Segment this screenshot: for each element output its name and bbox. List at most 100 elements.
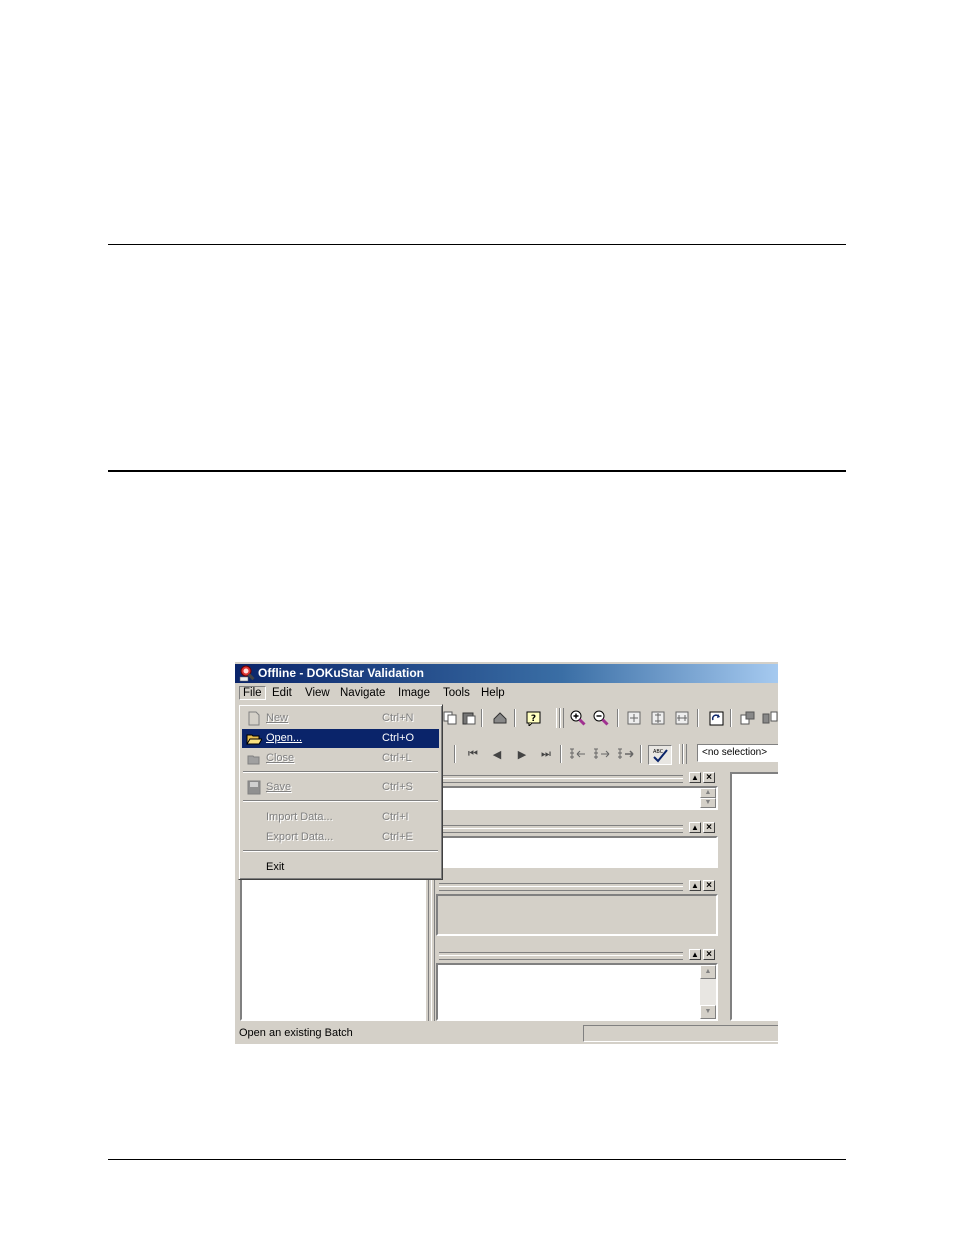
menu-item-new[interactable]: New Ctrl+N: [242, 709, 439, 728]
file-menu-dropdown: New Ctrl+N Open... Ctrl+O Close Ctrl+L S…: [238, 704, 443, 880]
fit-page-icon[interactable]: [625, 709, 643, 727]
panel-header: ▲ ×: [439, 822, 719, 834]
paste-icon[interactable]: [460, 709, 478, 727]
panel-maximize-button[interactable]: ▲: [689, 772, 701, 783]
menu-help[interactable]: Help: [477, 687, 509, 699]
zoom-in-icon[interactable]: [569, 709, 587, 727]
panel-grip[interactable]: [439, 952, 683, 960]
menu-file[interactable]: File: [239, 686, 266, 700]
new-document-icon: [248, 711, 260, 726]
panel-field[interactable]: ▲ ▼: [436, 786, 718, 810]
menu-item-export-data[interactable]: Export Data... Ctrl+E: [242, 828, 439, 847]
menu-item-shortcut: Ctrl+E: [382, 831, 413, 843]
close-folder-icon: [247, 755, 260, 765]
panel-close-button[interactable]: ×: [703, 772, 715, 783]
panel-grip[interactable]: [439, 825, 683, 833]
last-record-icon[interactable]: ⏭: [537, 745, 555, 763]
svg-text:?: ?: [530, 714, 535, 724]
menu-item-shortcut: Ctrl+I: [382, 811, 409, 823]
fit-height-icon[interactable]: [649, 709, 667, 727]
previous-field-icon[interactable]: [568, 745, 586, 763]
menu-item-close[interactable]: Close Ctrl+L: [242, 749, 439, 768]
panel-maximize-button[interactable]: ▲: [689, 880, 701, 891]
open-folder-icon: [246, 734, 262, 745]
cascade-icon[interactable]: [739, 709, 757, 727]
image-view-pane[interactable]: [730, 772, 778, 1021]
copy-icon[interactable]: [441, 709, 459, 727]
panel-grip[interactable]: [439, 775, 683, 783]
rotate-icon[interactable]: [707, 709, 725, 727]
panel-header: ▲ ×: [439, 949, 719, 961]
menu-item-label: Close: [266, 752, 295, 764]
toolbar-separator: [514, 709, 516, 727]
panel-header: ▲ ×: [439, 880, 719, 892]
tile-icon[interactable]: [761, 709, 778, 727]
panel-close-button[interactable]: ×: [703, 880, 715, 891]
toolbar-separator: [697, 709, 699, 727]
menu-item-label: Open...: [266, 732, 303, 744]
panel-field[interactable]: ▲ ▼: [436, 963, 718, 1021]
menu-edit[interactable]: Edit: [268, 687, 296, 699]
menu-item-label: Save: [266, 781, 292, 793]
menu-item-label: New: [266, 712, 289, 724]
scan-icon[interactable]: [491, 709, 509, 727]
menu-item-import-data[interactable]: Import Data... Ctrl+I: [242, 808, 439, 827]
scroll-up-button[interactable]: ▲: [700, 965, 716, 979]
toolbar-grip[interactable]: [560, 708, 564, 728]
next-error-icon[interactable]: [616, 745, 634, 763]
horizontal-rule-bottom: [108, 1159, 846, 1160]
application-window-screenshot: Offline - DOKuStar Validation File Edit …: [234, 661, 778, 1044]
panel-header: ▲ ×: [439, 772, 719, 784]
next-field-icon[interactable]: [592, 745, 610, 763]
selection-dropdown[interactable]: <no selection>: [697, 744, 778, 762]
menu-item-shortcut: Ctrl+O: [382, 732, 415, 744]
menu-image[interactable]: Image: [394, 687, 434, 699]
panel-field[interactable]: [436, 836, 718, 868]
spellcheck-icon[interactable]: ABC: [648, 745, 672, 765]
status-text: Open an existing Batch: [239, 1027, 353, 1039]
save-disk-icon: [247, 780, 261, 795]
toolbar-separator: [481, 709, 483, 727]
magnifier-app-icon: [239, 665, 255, 682]
next-record-icon[interactable]: ▶: [513, 745, 531, 763]
title-bar: Offline - DOKuStar Validation: [235, 664, 778, 683]
panel-maximize-button[interactable]: ▲: [689, 822, 701, 833]
menu-tools[interactable]: Tools: [439, 687, 474, 699]
toolbar-grip[interactable]: [683, 744, 687, 764]
panel-field[interactable]: [436, 894, 718, 936]
scroll-down-button[interactable]: ▼: [700, 798, 716, 808]
horizontal-rule-top: [108, 244, 846, 245]
first-record-icon[interactable]: ⏮: [464, 745, 482, 763]
scroll-up-button[interactable]: ▲: [700, 788, 716, 798]
scroll-down-button[interactable]: ▼: [700, 1005, 716, 1019]
menu-item-label: Exit: [266, 861, 285, 873]
panel-close-button[interactable]: ×: [703, 949, 715, 960]
menu-item-shortcut: Ctrl+N: [382, 712, 414, 724]
fit-width-icon[interactable]: [673, 709, 691, 727]
toolbar-separator: [454, 745, 456, 763]
menu-separator: [243, 800, 438, 802]
previous-record-icon[interactable]: ◀: [488, 745, 506, 763]
panel-maximize-button[interactable]: ▲: [689, 949, 701, 960]
panel-grip[interactable]: [439, 883, 683, 891]
help-icon[interactable]: ?: [524, 709, 542, 727]
menu-separator: [243, 850, 438, 852]
menu-view[interactable]: View: [301, 687, 334, 699]
menu-separator: [243, 771, 438, 773]
panel-close-button[interactable]: ×: [703, 822, 715, 833]
menu-item-shortcut: Ctrl+L: [382, 752, 412, 764]
menu-item-label: Export Data...: [266, 831, 334, 843]
menu-item-save[interactable]: Save Ctrl+S: [242, 778, 439, 797]
window-title: Offline - DOKuStar Validation: [258, 666, 425, 680]
vertical-scrollbar[interactable]: ▲ ▼: [700, 965, 716, 1019]
status-pane: [583, 1025, 778, 1042]
menu-navigate[interactable]: Navigate: [336, 687, 389, 699]
menu-item-label: Import Data...: [266, 811, 333, 823]
svg-text:ABC: ABC: [653, 749, 664, 755]
vertical-scrollbar[interactable]: ▲ ▼: [700, 788, 716, 808]
toolbar-separator: [640, 745, 642, 763]
menu-item-open[interactable]: Open... Ctrl+O: [242, 729, 439, 748]
toolbar-separator: [617, 709, 619, 727]
menu-item-exit[interactable]: Exit: [242, 858, 439, 877]
zoom-out-icon[interactable]: [592, 709, 610, 727]
